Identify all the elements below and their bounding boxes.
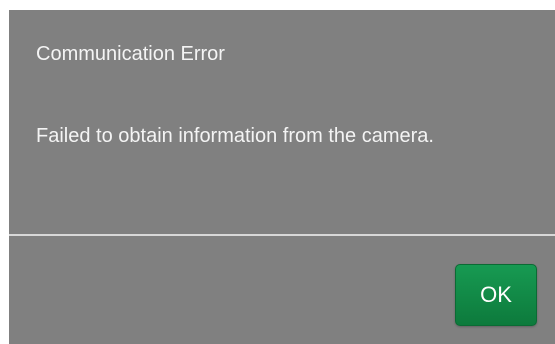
error-dialog: Communication Error Failed to obtain inf… <box>9 10 555 344</box>
dialog-divider <box>9 234 555 236</box>
dialog-title: Communication Error <box>36 43 225 65</box>
ok-button[interactable]: OK <box>455 264 537 326</box>
dialog-message: Failed to obtain information from the ca… <box>36 125 434 147</box>
